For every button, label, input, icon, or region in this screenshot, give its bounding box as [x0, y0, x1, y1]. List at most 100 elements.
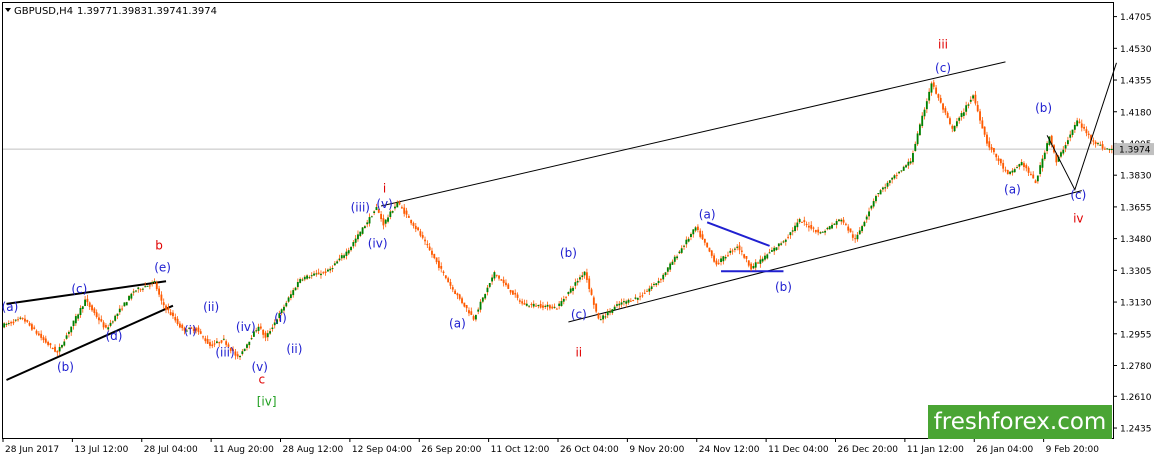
- candle-body: [886, 182, 889, 187]
- candle-body: [250, 338, 253, 340]
- candle-body: [33, 327, 36, 329]
- candle-body: [835, 220, 838, 225]
- candle-body: [5, 323, 8, 325]
- candle-body: [1083, 126, 1086, 129]
- candle-body: [218, 342, 221, 344]
- price-chart[interactable]: (a)(b)(c)(d)(e)b(i)(ii)(iii)(iv)(v)c[iv]…: [0, 0, 1155, 463]
- candle-body: [1066, 140, 1069, 145]
- candle-body: [1080, 123, 1083, 128]
- candle-body: [313, 273, 315, 276]
- candle-body: [211, 344, 214, 347]
- candle-body: [81, 306, 84, 310]
- candle-body: [310, 275, 313, 277]
- candle-body: [715, 260, 718, 265]
- candle-body: [1025, 165, 1028, 169]
- candle-body: [257, 326, 260, 331]
- time-tick-label: 26 Sep 20:00: [421, 445, 481, 455]
- candle-body: [1101, 144, 1104, 149]
- candle-body: [98, 317, 100, 321]
- candle-body: [724, 257, 727, 259]
- price-label: 1.3974: [1114, 143, 1154, 156]
- candle-body: [539, 304, 542, 308]
- candle-body: [398, 202, 401, 205]
- wave-label: (i): [184, 324, 197, 338]
- candle-body: [979, 111, 981, 121]
- candle-body: [405, 210, 408, 215]
- lower-channel: [568, 190, 1082, 323]
- time-tick-label: 24 Nov 12:00: [699, 445, 760, 455]
- candle-body: [28, 322, 31, 326]
- candle-body: [690, 233, 692, 238]
- candle-body: [412, 223, 415, 226]
- candle-body: [551, 306, 554, 309]
- candle-body: [1106, 148, 1109, 150]
- candle-body: [745, 256, 748, 259]
- candle-body: [407, 216, 410, 218]
- candle-body: [350, 246, 352, 251]
- candle-body: [750, 263, 753, 270]
- candle-body: [306, 275, 309, 279]
- wave-label: (e): [154, 260, 171, 274]
- candle-body: [1018, 164, 1021, 167]
- candle-body: [49, 343, 52, 346]
- candle-body: [116, 313, 119, 316]
- candle-body: [410, 219, 413, 224]
- candle-body: [340, 255, 343, 259]
- candle-body: [299, 279, 302, 283]
- candle-body: [585, 272, 588, 280]
- candle-body: [472, 316, 475, 320]
- candle-body: [209, 342, 211, 346]
- candle-body: [151, 282, 154, 284]
- candle-body: [972, 95, 975, 99]
- candle-body: [588, 278, 591, 290]
- candle-body: [100, 319, 103, 322]
- candle-body: [796, 222, 799, 228]
- candle-body: [863, 221, 866, 227]
- candle-body: [222, 338, 225, 340]
- time-tick-label: 26 Oct 04:00: [560, 445, 619, 455]
- candle-body: [442, 271, 445, 273]
- candle-body: [86, 298, 89, 303]
- candle-body: [264, 332, 267, 338]
- candle-body: [1069, 134, 1072, 138]
- candle-body: [19, 317, 22, 319]
- candle-body: [146, 285, 149, 287]
- candle-body: [21, 317, 24, 319]
- candle-body: [939, 97, 942, 103]
- candle-body: [838, 219, 840, 222]
- price-tick-label: 1.3655: [1120, 203, 1152, 213]
- candle-body: [396, 202, 399, 208]
- candle-body: [51, 347, 54, 349]
- header-high: 1.3983: [112, 6, 147, 17]
- candle-body: [509, 289, 512, 293]
- candle-body: [148, 285, 151, 287]
- candle-body: [1064, 145, 1067, 149]
- candle-body: [687, 238, 690, 242]
- candle-body: [484, 294, 487, 299]
- candle-body: [61, 344, 63, 348]
- candle-body: [990, 147, 993, 150]
- candle-body: [532, 303, 535, 307]
- candle-body: [599, 319, 602, 321]
- candle-body: [821, 231, 824, 233]
- time-tick-label: 9 Feb 20:00: [1046, 445, 1100, 455]
- candle-body: [581, 275, 584, 277]
- candle-body: [632, 299, 635, 301]
- candle-body: [780, 243, 783, 245]
- header-symbol: GBPUSD,H4: [14, 6, 73, 17]
- candle-body: [810, 225, 813, 229]
- time-tick-label: 11 Jan 12:00: [907, 445, 964, 455]
- candle-body: [710, 250, 713, 256]
- candle-body: [79, 308, 82, 316]
- candle-body: [428, 246, 431, 251]
- triangle-down-icon[interactable]: [5, 8, 11, 12]
- candle-body: [1087, 133, 1090, 135]
- candle-body: [1071, 129, 1074, 135]
- candle-body: [329, 268, 332, 271]
- candle-body: [236, 354, 239, 357]
- price-tick-label: 1.2955: [1120, 330, 1152, 340]
- wave-label: (i): [274, 311, 287, 325]
- candle-body: [565, 296, 568, 298]
- candle-body: [447, 278, 450, 283]
- candle-body: [717, 262, 720, 264]
